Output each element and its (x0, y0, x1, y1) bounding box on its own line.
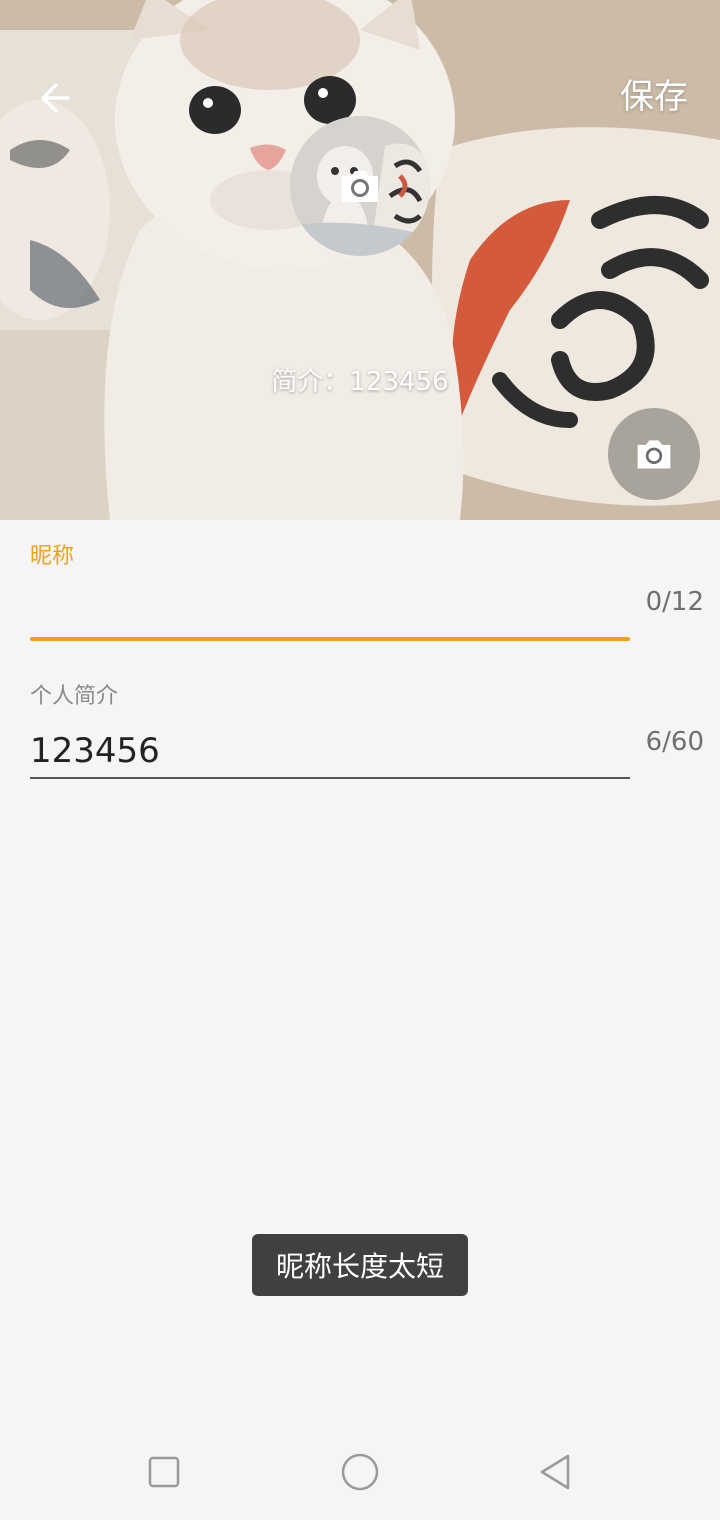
back-button[interactable] (28, 70, 84, 126)
camera-icon (342, 171, 378, 202)
cover-photo: 保存 简介：123456 (0, 0, 720, 520)
triangle-icon (540, 1454, 570, 1490)
circle-icon (341, 1453, 379, 1491)
nav-back-button[interactable] (534, 1450, 578, 1494)
save-button[interactable]: 保存 (620, 74, 688, 120)
nav-recent-button[interactable] (142, 1450, 186, 1494)
nav-home-button[interactable] (338, 1450, 382, 1494)
arrow-left-icon (41, 83, 70, 113)
camera-icon (637, 440, 671, 469)
nickname-char-counter: 0/12 (645, 587, 704, 617)
intro-label: 个人简介 (30, 684, 119, 709)
system-nav-bar (0, 1424, 720, 1520)
square-icon (148, 1456, 180, 1488)
intro-underline (30, 777, 630, 779)
toast-message: 昵称长度太短 (252, 1234, 468, 1296)
nickname-input[interactable] (30, 582, 630, 634)
nickname-label: 昵称 (30, 544, 75, 569)
intro-input[interactable] (30, 726, 630, 776)
avatar[interactable] (290, 116, 430, 256)
nickname-underline (30, 637, 630, 641)
bio-preview: 简介：123456 (271, 367, 449, 397)
change-cover-button[interactable] (608, 408, 700, 500)
intro-char-counter: 6/60 (645, 727, 704, 757)
